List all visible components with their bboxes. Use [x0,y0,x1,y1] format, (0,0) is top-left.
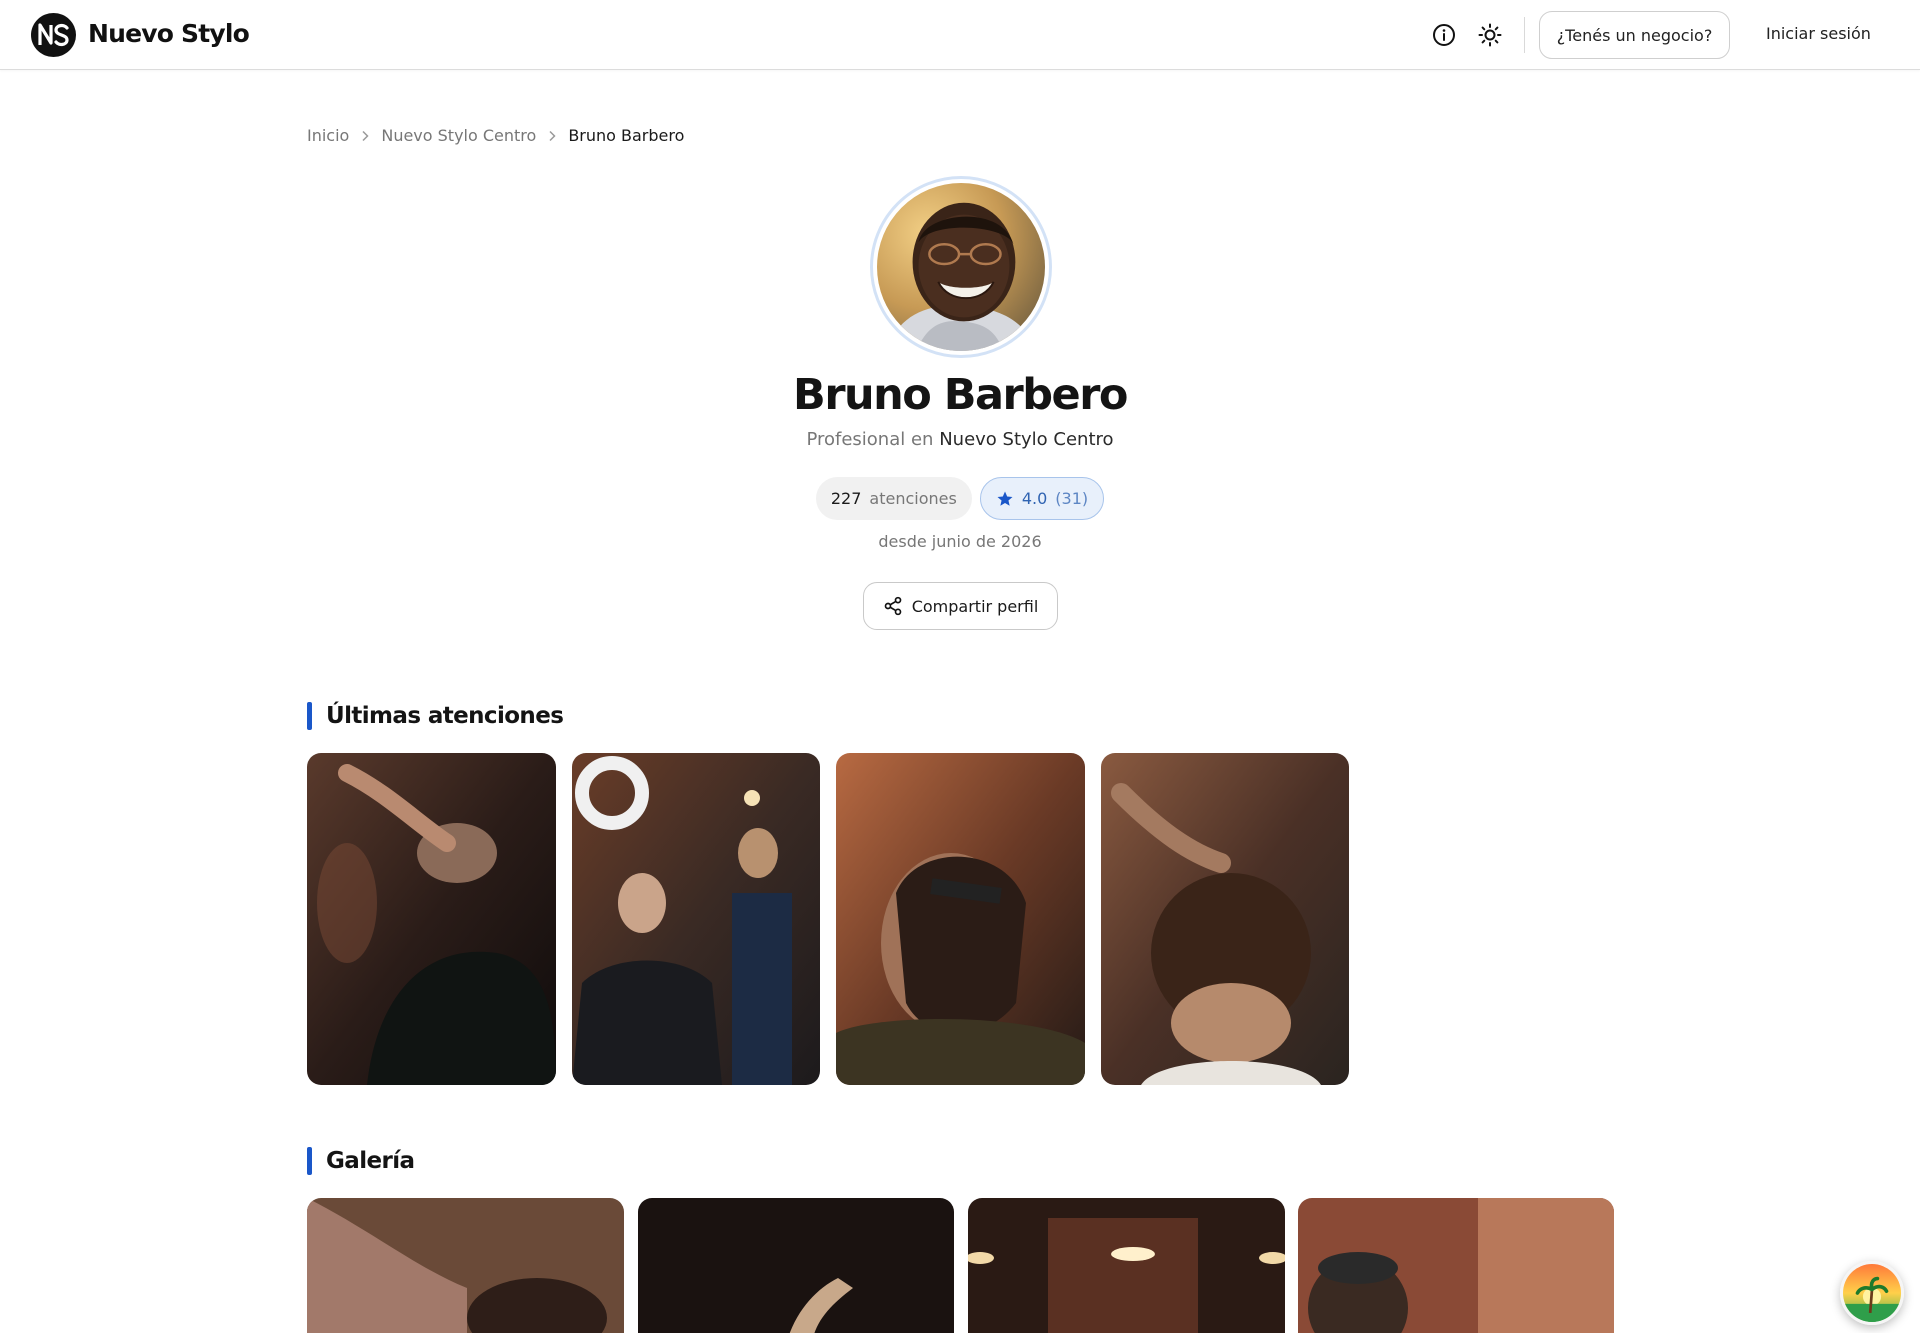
rating-badge[interactable]: 4.0 (31) [979,477,1105,520]
recent-photo-4[interactable] [1101,753,1349,1085]
gallery-photo-4[interactable] [1298,1198,1614,1333]
gallery-photo-1[interactable] [307,1198,624,1333]
brand-name[interactable]: Nuevo Stylo [88,19,250,48]
gallery-photo-3[interactable] [968,1198,1285,1333]
chevron-right-icon [547,130,557,142]
top-header: Nuevo Stylo ¿Tenés un negocio? Iniciar s… [0,0,1920,70]
breadcrumb: Inicio Nuevo Stylo Centro Bruno Barbero [307,126,684,145]
gallery-photo-2[interactable] [638,1198,954,1333]
profile-name: Bruno Barbero [793,370,1128,420]
breadcrumb-venue[interactable]: Nuevo Stylo Centro [381,126,536,145]
profile-stats: 227 atenciones 4.0 (31) [0,477,1920,520]
share-icon [883,596,903,616]
floating-beach-badge-icon[interactable] [1840,1261,1904,1325]
share-label: Compartir perfil [911,596,1039,616]
breadcrumb-current: Bruno Barbero [568,126,685,145]
business-button[interactable]: ¿Tenés un negocio? [1539,11,1730,59]
recent-photo-3[interactable] [836,753,1085,1085]
login-link[interactable]: Iniciar sesión [1766,24,1871,43]
profile-subtitle: Profesional en Nuevo Stylo Centro [0,429,1920,450]
breadcrumb-home[interactable]: Inicio [307,126,349,145]
section-accent-bar [307,1147,312,1175]
appointments-badge: 227 atenciones [815,477,972,520]
recent-photo-2[interactable] [572,753,820,1085]
recent-photo-1[interactable] [307,753,556,1085]
gallery-section-title: Galería [307,1147,415,1175]
recent-title-text: Últimas atenciones [326,703,564,729]
star-icon [996,490,1014,508]
gallery-title-text: Galería [326,1148,415,1174]
share-profile-button[interactable]: Compartir perfil [863,582,1058,630]
venue-name[interactable]: Nuevo Stylo Centro [939,429,1113,450]
section-accent-bar [307,702,312,730]
appointments-count: 227 [830,489,862,508]
chevron-right-icon [360,130,370,142]
brand-logo-icon[interactable] [31,13,76,57]
sun-theme-icon[interactable] [1475,20,1505,50]
header-divider [1524,17,1525,53]
info-icon[interactable] [1429,20,1459,50]
rating-count: (31) [1055,489,1089,508]
appointments-label: atenciones [869,489,957,508]
recent-section-title: Últimas atenciones [307,702,564,730]
role-prefix: Profesional en [806,429,934,450]
profile-avatar [870,176,1052,358]
member-since: desde junio de 2026 [878,532,1042,551]
rating-value: 4.0 [1021,489,1048,508]
